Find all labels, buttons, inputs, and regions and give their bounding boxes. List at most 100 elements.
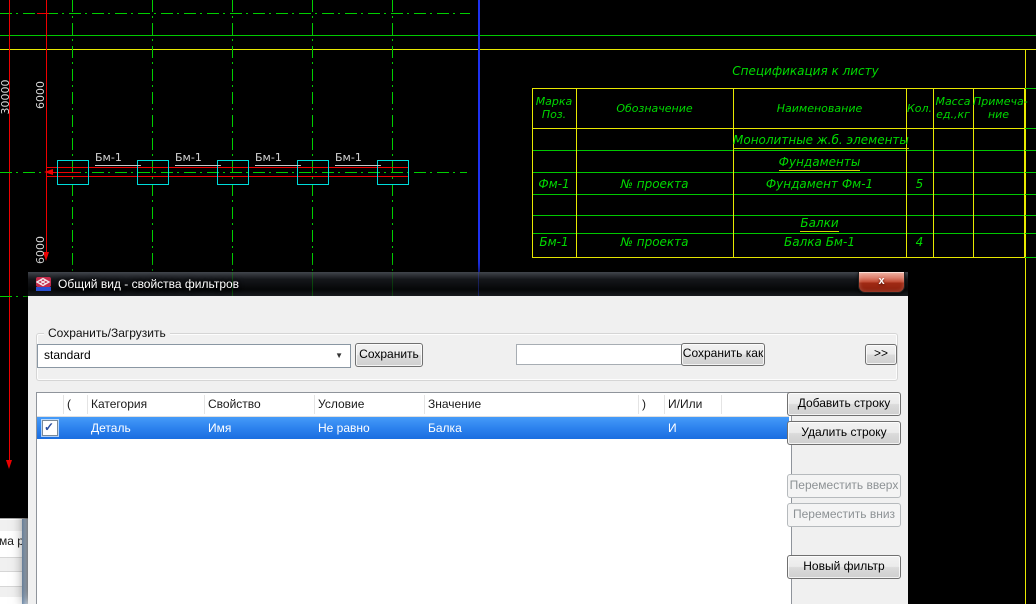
column-rect [57, 160, 89, 185]
column-divider [721, 395, 722, 414]
spec-table-border [532, 88, 1024, 89]
save-as-button[interactable]: Сохранить как [681, 343, 765, 366]
spec-table-border [532, 257, 1024, 258]
dimension-text: 30000 [0, 72, 12, 122]
spec-cell-designation: № проекта [576, 177, 733, 191]
spec-table-line [532, 128, 1024, 129]
chevron-down-icon: ▼ [335, 352, 343, 360]
column-divider [424, 395, 425, 414]
column-divider [664, 395, 665, 414]
spec-cell-qty: 5 [906, 177, 933, 191]
spec-table-line [532, 172, 1036, 173]
column-header-property[interactable]: Свойство [208, 397, 261, 411]
column-header-value[interactable]: Значение [428, 397, 481, 411]
spec-table-line [1024, 257, 1036, 258]
cad-application-viewport: Бм-1 Бм-1 Бм-1 Бм-1 30000 6000 6000 Спец… [0, 0, 1036, 604]
column-rect [297, 160, 329, 185]
row-cell-category: Деталь [91, 421, 131, 435]
spec-cell-name: Балки [800, 216, 838, 232]
spec-header-mass: Масса ед.,кг [933, 95, 973, 121]
beam-label: Бм-1 [335, 152, 381, 166]
spec-cell-designation: № проекта [576, 235, 733, 249]
move-up-button[interactable]: Переместить вверх [787, 474, 901, 498]
save-as-input[interactable] [516, 344, 682, 365]
column-rect [377, 160, 409, 185]
glass-artifact [392, 272, 393, 296]
column-divider [638, 395, 639, 414]
spec-header-designation: Обозначение [576, 102, 733, 115]
close-button[interactable]: x [858, 272, 905, 293]
column-divider [63, 395, 64, 414]
column-header-andor[interactable]: И/Или [668, 397, 702, 411]
spec-table-line [532, 194, 1036, 195]
axis-grid-line [72, 0, 73, 272]
beam-label: Бм-1 [175, 152, 221, 166]
list-header: ( Категория Свойство Условие Значение ) … [37, 393, 789, 417]
spec-header-name: Наименование [733, 102, 906, 115]
spec-header-text: ние [973, 108, 1024, 121]
sheet-frame-top [0, 49, 1036, 50]
column-header-condition[interactable]: Условие [318, 397, 364, 411]
spec-header-qty: Кол. [906, 102, 933, 115]
dimension-line-red [9, 0, 10, 462]
panel-divider [0, 571, 22, 572]
column-divider [204, 395, 205, 414]
spec-table-line [532, 150, 1036, 151]
column-rect [217, 160, 249, 185]
save-button[interactable]: Сохранить [355, 343, 423, 367]
spec-header-text: ед.,кг [933, 108, 973, 121]
dimension-text: 6000 [35, 70, 47, 120]
spec-table-line [532, 233, 1036, 234]
column-header-open-paren[interactable]: ( [67, 397, 71, 411]
beam-label: Бм-1 [255, 152, 301, 166]
spec-header-note: Примеча- ние [973, 95, 1024, 121]
app-icon [36, 276, 52, 292]
filter-conditions-list[interactable]: ( Категория Свойство Условие Значение ) … [36, 392, 792, 604]
spec-row-group: Балки [733, 216, 906, 230]
delete-row-button[interactable]: Удалить строку [787, 421, 901, 445]
panel-row [0, 520, 22, 531]
dialog-titlebar[interactable]: Общий вид - свойства фильтров x [28, 272, 908, 296]
preset-dropdown-value: standard [44, 348, 91, 362]
spec-cell-name: Фундамент Фм-1 [733, 177, 906, 191]
dimension-line-red [46, 0, 47, 254]
panel-row [0, 587, 22, 597]
spec-table-line [1024, 128, 1036, 129]
preset-dropdown[interactable]: standard ▼ [37, 344, 351, 368]
spec-header-text: Марка [532, 95, 576, 108]
move-down-button[interactable]: Переместить вниз [787, 503, 901, 527]
axis-grid-line [392, 0, 393, 272]
axis-grid-line [152, 0, 153, 272]
row-cell-property: Имя [208, 421, 231, 435]
beam-label: Бм-1 [95, 152, 141, 166]
spec-cell-qty: 4 [906, 235, 933, 249]
new-filter-button[interactable]: Новый фильтр [787, 555, 901, 579]
panel-row [0, 558, 22, 571]
row-cell-andor: И [668, 421, 677, 435]
spec-header-text: Поз. [532, 108, 576, 121]
axis-grid-line [232, 0, 233, 272]
column-rect [137, 160, 169, 185]
panel-partial-text: ма р [0, 534, 24, 548]
axis-dashdot-line [0, 13, 470, 14]
filter-row-selected[interactable]: ✓ Деталь Имя Не равно Балка И [37, 417, 789, 439]
dimension-tick [37, 13, 49, 14]
add-row-button[interactable]: Добавить строку [787, 392, 901, 416]
filter-properties-dialog: Общий вид - свойства фильтров x Сохранит… [28, 272, 908, 604]
spec-header-text: Масса [933, 95, 973, 108]
column-header-close-paren[interactable]: ) [642, 397, 646, 411]
spec-table-title: Спецификация к листу [703, 64, 908, 78]
spec-row-group: Фундаменты [733, 155, 906, 169]
spec-row-group: Монолитные ж.б. элементы [733, 133, 906, 147]
row-cell-condition: Не равно [318, 421, 370, 435]
column-header-category[interactable]: Категория [91, 397, 147, 411]
column-divider [87, 395, 88, 414]
column-divider [314, 395, 315, 414]
more-options-button[interactable]: >> [865, 344, 897, 365]
spec-cell-name: Фундаменты [779, 155, 861, 171]
viewport-blue-line [478, 0, 480, 272]
row-enabled-checkbox[interactable]: ✓ [42, 420, 58, 436]
spec-cell-mark: Бм-1 [532, 235, 576, 249]
glass-artifact [312, 272, 313, 296]
spec-header-text: Примеча- [973, 95, 1024, 108]
